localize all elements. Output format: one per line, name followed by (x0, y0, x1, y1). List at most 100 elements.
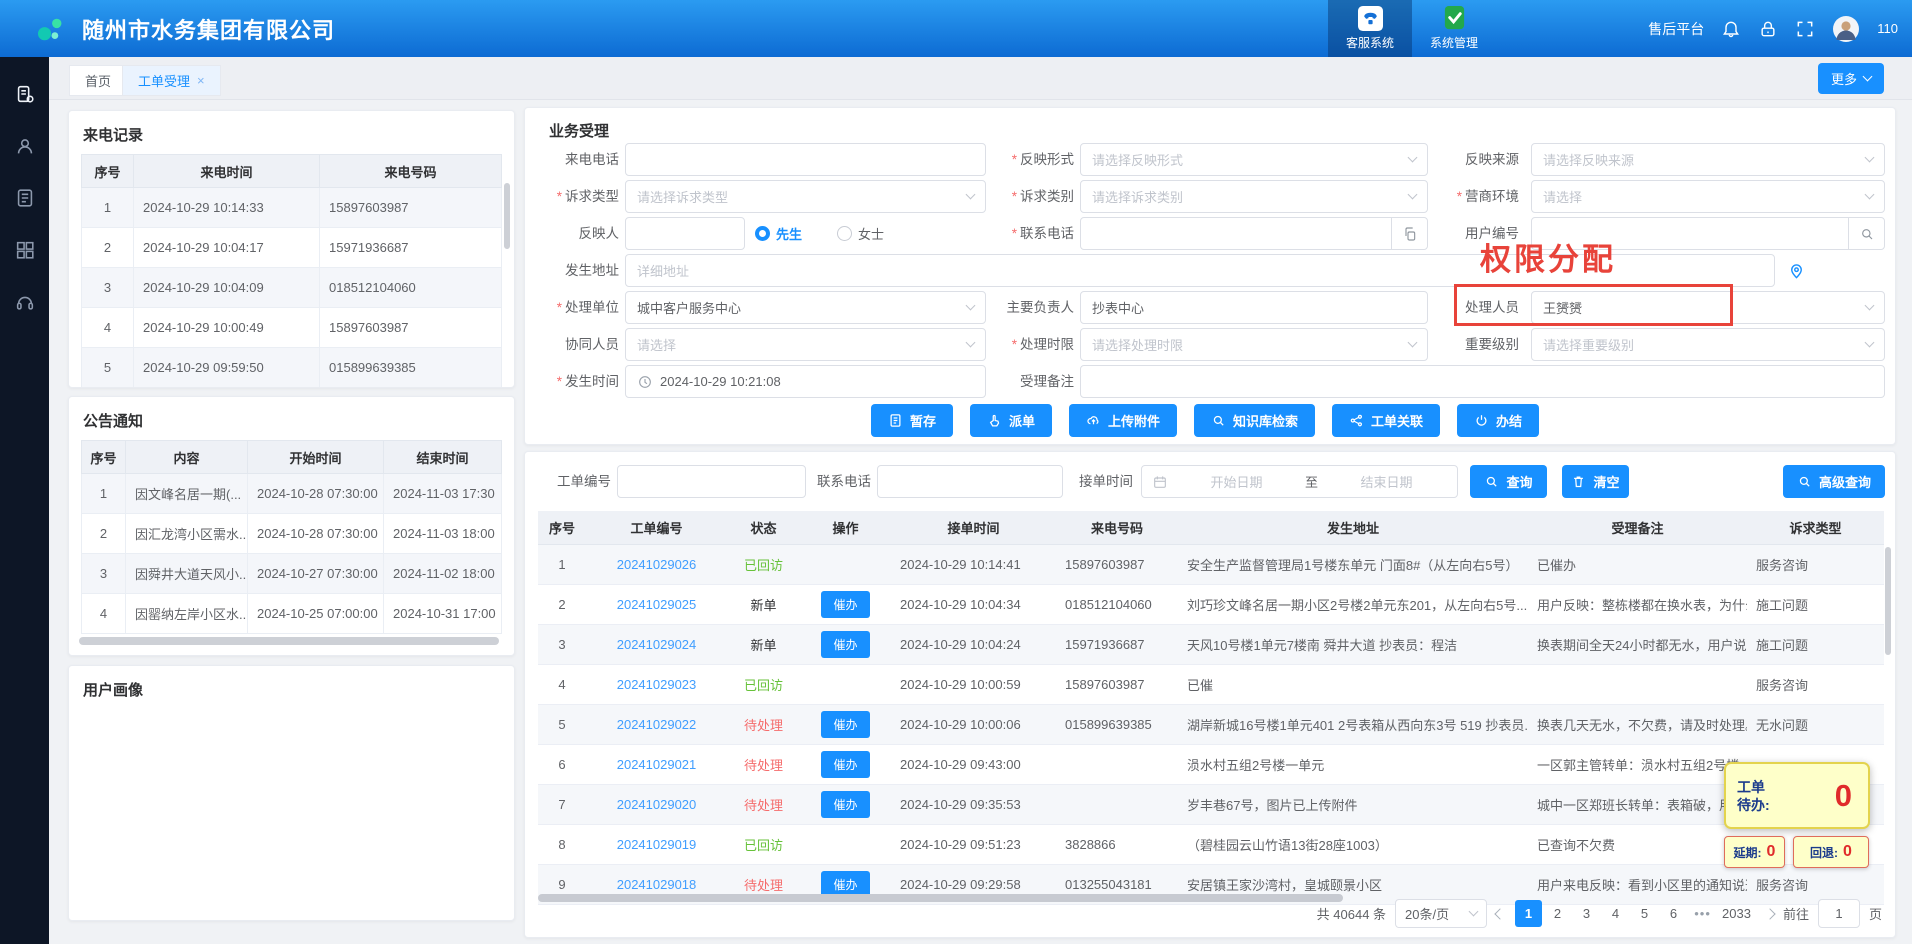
order-link-button[interactable]: 工单关联 (1332, 404, 1440, 437)
fullscreen-icon[interactable] (1795, 19, 1815, 39)
order-number-link[interactable]: 20241029025 (617, 597, 697, 612)
aftersale-platform-link[interactable]: 售后平台 (1648, 19, 1704, 39)
finish-icon (1474, 413, 1489, 428)
dispatch-button[interactable]: 派单 (970, 404, 1052, 437)
page-size-select[interactable]: 20条/页 (1395, 899, 1487, 928)
order-number-link[interactable]: 20241029023 (617, 677, 697, 692)
rollback-float-box[interactable]: 回退: 0 (1793, 836, 1869, 868)
tab-home[interactable]: 首页 (69, 65, 127, 96)
contact-phone-input[interactable] (1080, 217, 1428, 250)
urge-button[interactable]: 催办 (821, 711, 869, 738)
importance-select[interactable]: 请选择重要级别 (1531, 328, 1885, 361)
avatar[interactable] (1832, 15, 1860, 43)
order-row: 6 20241029021 待处理 催办 2024-10-29 09:43:00… (538, 744, 1884, 784)
scrollbar-thumb[interactable] (504, 183, 510, 249)
call-record-row[interactable]: 5 2024-10-29 09:59:50 015899639385 (82, 348, 502, 388)
urge-button[interactable]: 催办 (821, 591, 869, 618)
urge-button[interactable]: 催办 (821, 791, 869, 818)
headset-icon[interactable] (14, 291, 36, 313)
more-button[interactable]: 更多 (1818, 63, 1884, 94)
query-button[interactable]: 查询 (1470, 465, 1547, 498)
save-draft-button[interactable]: 暂存 (871, 404, 953, 437)
page-number[interactable]: 3 (1573, 900, 1600, 927)
announcement-row[interactable]: 4 因罂纳左岸小区水... 2024-10-25 07:00:00 2024-1… (82, 594, 502, 634)
clear-button[interactable]: 清空 (1562, 465, 1629, 498)
page-number[interactable]: 2033 (1718, 900, 1755, 927)
todo-float-box[interactable]: 工单 待办: 0 (1724, 762, 1870, 829)
column-header: 序号 (538, 511, 586, 544)
cell-call-number (1056, 744, 1178, 784)
reporter-input[interactable] (625, 217, 745, 250)
advanced-query-button[interactable]: 高级查询 (1783, 465, 1885, 498)
appeal-type-select[interactable]: 请选择诉求类型 (625, 180, 986, 213)
handle-limit-select[interactable]: 请选择处理时限 (1080, 328, 1428, 361)
vertical-scrollbar[interactable] (1885, 547, 1891, 655)
call-record-row[interactable]: 2 2024-10-29 10:04:17 15971936687 (82, 228, 502, 268)
bell-icon[interactable] (1721, 19, 1741, 39)
order-number-link[interactable]: 20241029024 (617, 637, 697, 652)
close-icon[interactable]: × (197, 73, 205, 88)
next-page-icon[interactable] (1764, 908, 1775, 919)
order-number-link[interactable]: 20241029022 (617, 717, 697, 732)
call-records-table: 序号来电时间来电号码 1 2024-10-29 10:14:33 1589760… (81, 154, 502, 388)
date-range-picker[interactable]: 开始日期 至 结束日期 (1141, 465, 1458, 498)
module-system-admin[interactable]: 系统管理 (1412, 0, 1496, 57)
announcement-row[interactable]: 3 因舜井大道天风小... 2024-10-27 07:30:00 2024-1… (82, 554, 502, 594)
urge-button[interactable]: 催办 (821, 631, 869, 658)
user-icon[interactable] (14, 135, 36, 157)
order-no-input[interactable] (617, 465, 806, 498)
handle-unit-select[interactable]: 城中客户服务中心 (625, 291, 986, 324)
handler-select[interactable]: 王赟赟 (1531, 291, 1885, 324)
page-list: 123456•••2033 (1515, 900, 1755, 927)
order-number-link[interactable]: 20241029019 (617, 837, 697, 852)
page-number[interactable]: 2 (1544, 900, 1571, 927)
co-worker-select[interactable]: 请选择 (625, 328, 986, 361)
gender-radio-male[interactable]: 先生 (755, 217, 802, 250)
reflect-source-select[interactable]: 请选择反映来源 (1531, 143, 1885, 176)
delay-float-box[interactable]: 延期: 0 (1724, 836, 1785, 868)
module-customer-service[interactable]: 客服系统 (1328, 0, 1412, 57)
gender-radio-female[interactable]: 女士 (837, 217, 884, 250)
call-record-row[interactable]: 1 2024-10-29 10:14:33 15897603987 (82, 188, 502, 228)
goto-page-input[interactable] (1818, 899, 1860, 928)
finish-button[interactable]: 办结 (1457, 404, 1539, 437)
location-pin-icon[interactable] (1787, 261, 1806, 280)
workorder-icon[interactable] (14, 83, 36, 105)
page-number[interactable]: ••• (1689, 900, 1716, 927)
business-env-select[interactable]: 请选择 (1531, 180, 1885, 213)
tab-workorder[interactable]: 工单受理 × (122, 65, 221, 96)
order-number-link[interactable]: 20241029026 (617, 557, 697, 572)
user-badge[interactable]: 110 (1877, 21, 1898, 36)
page-number[interactable]: 4 (1602, 900, 1629, 927)
call-record-row[interactable]: 3 2024-10-29 10:04:09 018512104060 (82, 268, 502, 308)
horizontal-scrollbar[interactable] (79, 637, 499, 645)
order-number-link[interactable]: 20241029020 (617, 797, 697, 812)
main-manager-input[interactable]: 抄表中心 (1080, 291, 1428, 324)
appeal-category-select[interactable]: 请选择诉求类别 (1080, 180, 1428, 213)
page-number[interactable]: 6 (1660, 900, 1687, 927)
announcement-row[interactable]: 2 因汇龙湾小区需水... 2024-10-28 07:30:00 2024-1… (82, 514, 502, 554)
order-number-link[interactable]: 20241029021 (617, 757, 697, 772)
search-phone-input[interactable] (877, 465, 1063, 498)
search-icon (1797, 474, 1812, 489)
search-button[interactable] (1848, 218, 1884, 249)
topbar-right: 售后平台 110 (1648, 0, 1898, 57)
remark-input[interactable] (1080, 365, 1885, 398)
occur-time-picker[interactable]: 2024-10-29 10:21:08 (625, 365, 986, 398)
todo-line2: 待办: (1737, 796, 1770, 814)
grid-icon[interactable] (14, 239, 36, 261)
reflect-form-select[interactable]: 请选择反映形式 (1080, 143, 1428, 176)
document-icon[interactable] (14, 187, 36, 209)
page-number[interactable]: 1 (1515, 900, 1542, 927)
lock-icon[interactable] (1758, 19, 1778, 39)
knowledge-search-button[interactable]: 知识库检索 (1194, 404, 1315, 437)
prev-page-icon[interactable] (1494, 908, 1505, 919)
urge-button[interactable]: 催办 (821, 751, 869, 778)
call-phone-input[interactable] (625, 143, 986, 176)
upload-attachment-button[interactable]: 上传附件 (1069, 404, 1177, 437)
horizontal-scrollbar[interactable] (538, 894, 1343, 902)
page-number[interactable]: 5 (1631, 900, 1658, 927)
order-number-link[interactable]: 20241029018 (617, 877, 697, 892)
call-record-row[interactable]: 4 2024-10-29 10:00:49 15897603987 (82, 308, 502, 348)
announcement-row[interactable]: 1 因文峰名居一期(... 2024-10-28 07:30:00 2024-1… (82, 474, 502, 514)
